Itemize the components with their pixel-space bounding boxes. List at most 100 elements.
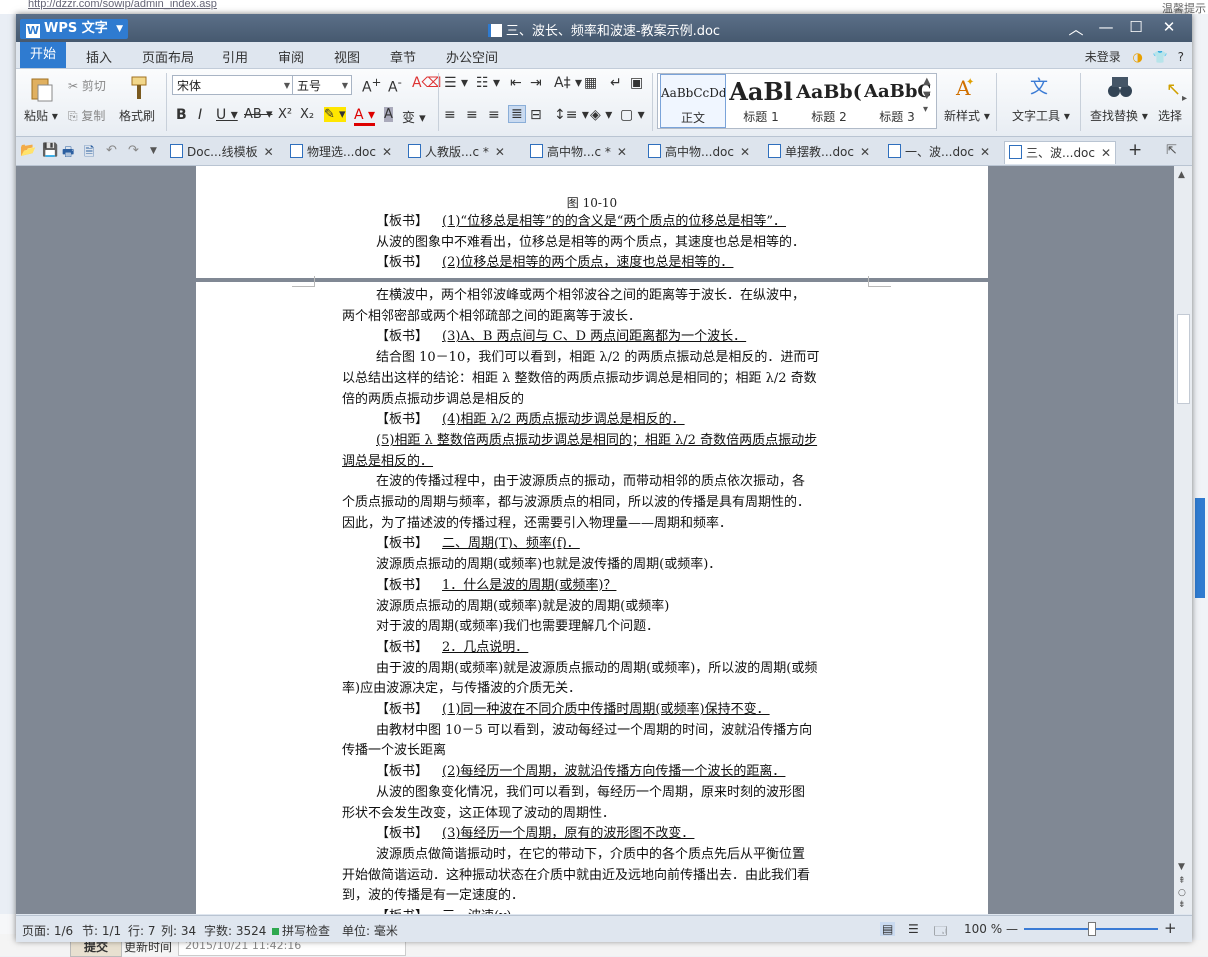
font-name-select[interactable]: 宋体 ▼: [172, 75, 294, 95]
binoculars-icon[interactable]: [1106, 73, 1134, 99]
ribbon-scroll-icon[interactable]: ▸: [1182, 93, 1187, 104]
doc-tab-7[interactable]: 一、波...doc ✕: [888, 141, 990, 163]
line-spacing-icon[interactable]: ↕≡ ▾: [554, 107, 589, 123]
paste-icon[interactable]: [28, 75, 56, 102]
doc-tab-3[interactable]: 人教版...c * ✕: [408, 141, 505, 163]
text-direction-icon[interactable]: A‡ ▾: [554, 75, 582, 91]
login-link[interactable]: 未登录: [1085, 50, 1121, 64]
close-tab-icon[interactable]: ✕: [264, 145, 274, 159]
line-break-icon[interactable]: ↵: [610, 75, 622, 91]
undo-icon[interactable]: ↶: [106, 143, 117, 158]
distributed-icon[interactable]: ⊟: [530, 107, 542, 123]
menu-references[interactable]: 引用: [222, 47, 248, 66]
close-tab-icon[interactable]: ✕: [980, 145, 990, 159]
find-replace-button[interactable]: 查找替换 ▾: [1090, 107, 1148, 124]
align-left-icon[interactable]: ≡: [444, 107, 456, 123]
browser-right-scrollbar[interactable]: [1192, 14, 1208, 940]
close-tab-icon[interactable]: ✕: [495, 145, 505, 159]
status-unit[interactable]: 单位: 毫米: [342, 922, 398, 939]
vertical-scrollbar[interactable]: ▲ ▼ ⇞ ○ ⇟: [1174, 166, 1192, 914]
style-scroll-icon[interactable]: ▲ ▼ ▾: [923, 75, 931, 117]
bullet-list-icon[interactable]: ☰ ▾: [444, 75, 468, 91]
font-size-select[interactable]: 五号 ▼: [292, 75, 352, 95]
strikethrough-icon[interactable]: AB ▾: [244, 107, 272, 122]
redo-icon[interactable]: ↷: [128, 143, 139, 158]
zoom-slider-handle[interactable]: [1088, 922, 1096, 936]
clear-format-icon[interactable]: A⌫: [412, 75, 441, 91]
table-icon[interactable]: ▦: [584, 75, 597, 91]
grow-font-icon[interactable]: A+: [362, 75, 381, 96]
zoom-level[interactable]: 100 %: [964, 922, 1002, 936]
subscript-icon[interactable]: X₂: [300, 107, 314, 122]
style-normal[interactable]: AaBbCcDd 正文: [660, 74, 726, 128]
print-preview-icon[interactable]: 🗎: [84, 143, 94, 165]
shirt-icon[interactable]: 👕: [1153, 50, 1168, 64]
zoom-out-icon[interactable]: —: [1006, 922, 1018, 936]
phonetic-icon[interactable]: 变 ▾: [402, 107, 426, 126]
close-tab-icon[interactable]: ✕: [617, 145, 627, 159]
page-2[interactable]: 在横波中，两个相邻波峰或两个相邻波谷之间的距离等于波长．在纵波中， 两个相邻密部或…: [196, 276, 988, 914]
open-icon[interactable]: 📂: [20, 143, 36, 158]
collapse-ribbon-icon[interactable]: ︿: [1061, 18, 1091, 39]
new-tab-icon[interactable]: +: [1128, 140, 1142, 160]
decrease-indent-icon[interactable]: ⇤: [510, 75, 522, 91]
format-painter-icon[interactable]: [126, 75, 154, 101]
close-tab-icon[interactable]: ✕: [382, 145, 392, 159]
copy-button[interactable]: ⎘ 复制: [68, 107, 105, 124]
menu-home[interactable]: 开始: [20, 42, 67, 68]
browser-url[interactable]: http://dzzr.com/sowip/admin_index.asp: [28, 0, 217, 10]
show-marks-icon[interactable]: ▣: [630, 75, 643, 91]
numbered-list-icon[interactable]: ☷ ▾: [476, 75, 500, 91]
doc-tab-active[interactable]: 三、波...doc ✕: [1004, 141, 1117, 164]
doc-tab-6[interactable]: 单摆教...doc ✕: [768, 141, 870, 163]
menu-review[interactable]: 审阅: [278, 47, 304, 66]
browse-object-icon[interactable]: ○: [1178, 888, 1186, 898]
justify-icon[interactable]: ≣: [508, 105, 526, 123]
close-button[interactable]: ✕: [1154, 18, 1184, 36]
superscript-icon[interactable]: X²: [278, 107, 292, 122]
paste-button[interactable]: 粘贴 ▾: [24, 107, 58, 124]
char-shading-icon[interactable]: A: [384, 107, 393, 122]
scroll-thumb[interactable]: [1177, 314, 1190, 404]
italic-icon[interactable]: I: [198, 107, 202, 123]
borders-icon[interactable]: ▢ ▾: [620, 107, 645, 123]
browser-side-tab[interactable]: [1195, 498, 1205, 598]
doc-tab-5[interactable]: 高中物...doc ✕: [648, 141, 750, 163]
menu-insert[interactable]: 插入: [86, 47, 112, 66]
underline-icon[interactable]: U ▾: [216, 107, 238, 123]
format-painter-button[interactable]: 格式刷: [119, 107, 155, 124]
style-heading-3[interactable]: AaBbC 标题 3: [864, 74, 930, 128]
scroll-up-icon[interactable]: ▲: [1178, 170, 1185, 180]
doc-tab-2[interactable]: 物理选...doc ✕: [290, 141, 392, 163]
skin-icon[interactable]: ◑: [1133, 50, 1143, 64]
increase-indent-icon[interactable]: ⇥: [530, 75, 542, 91]
tab-list-icon[interactable]: ⇱: [1166, 143, 1177, 158]
close-tab-icon[interactable]: ✕: [860, 145, 870, 159]
bold-icon[interactable]: B: [176, 107, 187, 123]
align-right-icon[interactable]: ≡: [488, 107, 500, 123]
cut-button[interactable]: ✂ 剪切: [68, 77, 106, 94]
scroll-down-icon[interactable]: ▼: [1178, 862, 1185, 872]
menu-chapter[interactable]: 章节: [390, 47, 416, 66]
status-page[interactable]: 页面: 1/6: [22, 922, 73, 939]
save-icon[interactable]: 💾: [42, 143, 58, 158]
page-view-icon[interactable]: ▤: [880, 922, 896, 936]
quick-access-dropdown-icon[interactable]: ▼: [150, 146, 157, 156]
help-icon[interactable]: ?: [1178, 50, 1184, 64]
print-icon[interactable]: 🖶: [62, 143, 74, 165]
select-button[interactable]: 选择: [1158, 107, 1182, 124]
text-tools-button[interactable]: 文字工具 ▾: [1012, 107, 1070, 124]
text-tools-icon[interactable]: 文: [1028, 73, 1056, 99]
close-tab-icon[interactable]: ✕: [740, 145, 750, 159]
highlight-icon[interactable]: ✎ ▾: [324, 107, 346, 122]
page-1[interactable]: 图 10-10 【板书】 (1)“位移总是相等”的的含义是“两个质点的位移总是相等…: [196, 166, 988, 278]
next-page-icon[interactable]: ⇟: [1178, 900, 1186, 910]
prev-page-icon[interactable]: ⇞: [1178, 876, 1186, 886]
new-style-icon[interactable]: A ✦: [952, 73, 980, 100]
document-area[interactable]: 图 10-10 【板书】 (1)“位移总是相等”的的含义是“两个质点的位移总是相等…: [16, 166, 1174, 914]
outline-view-icon[interactable]: ☰: [908, 922, 919, 936]
spell-check-toggle[interactable]: 拼写检查: [272, 922, 330, 939]
maximize-button[interactable]: ☐: [1121, 18, 1151, 36]
browser-address-bar[interactable]: http://dzzr.com/sowip/admin_index.asp: [0, 0, 1208, 15]
menu-view[interactable]: 视图: [334, 47, 360, 66]
